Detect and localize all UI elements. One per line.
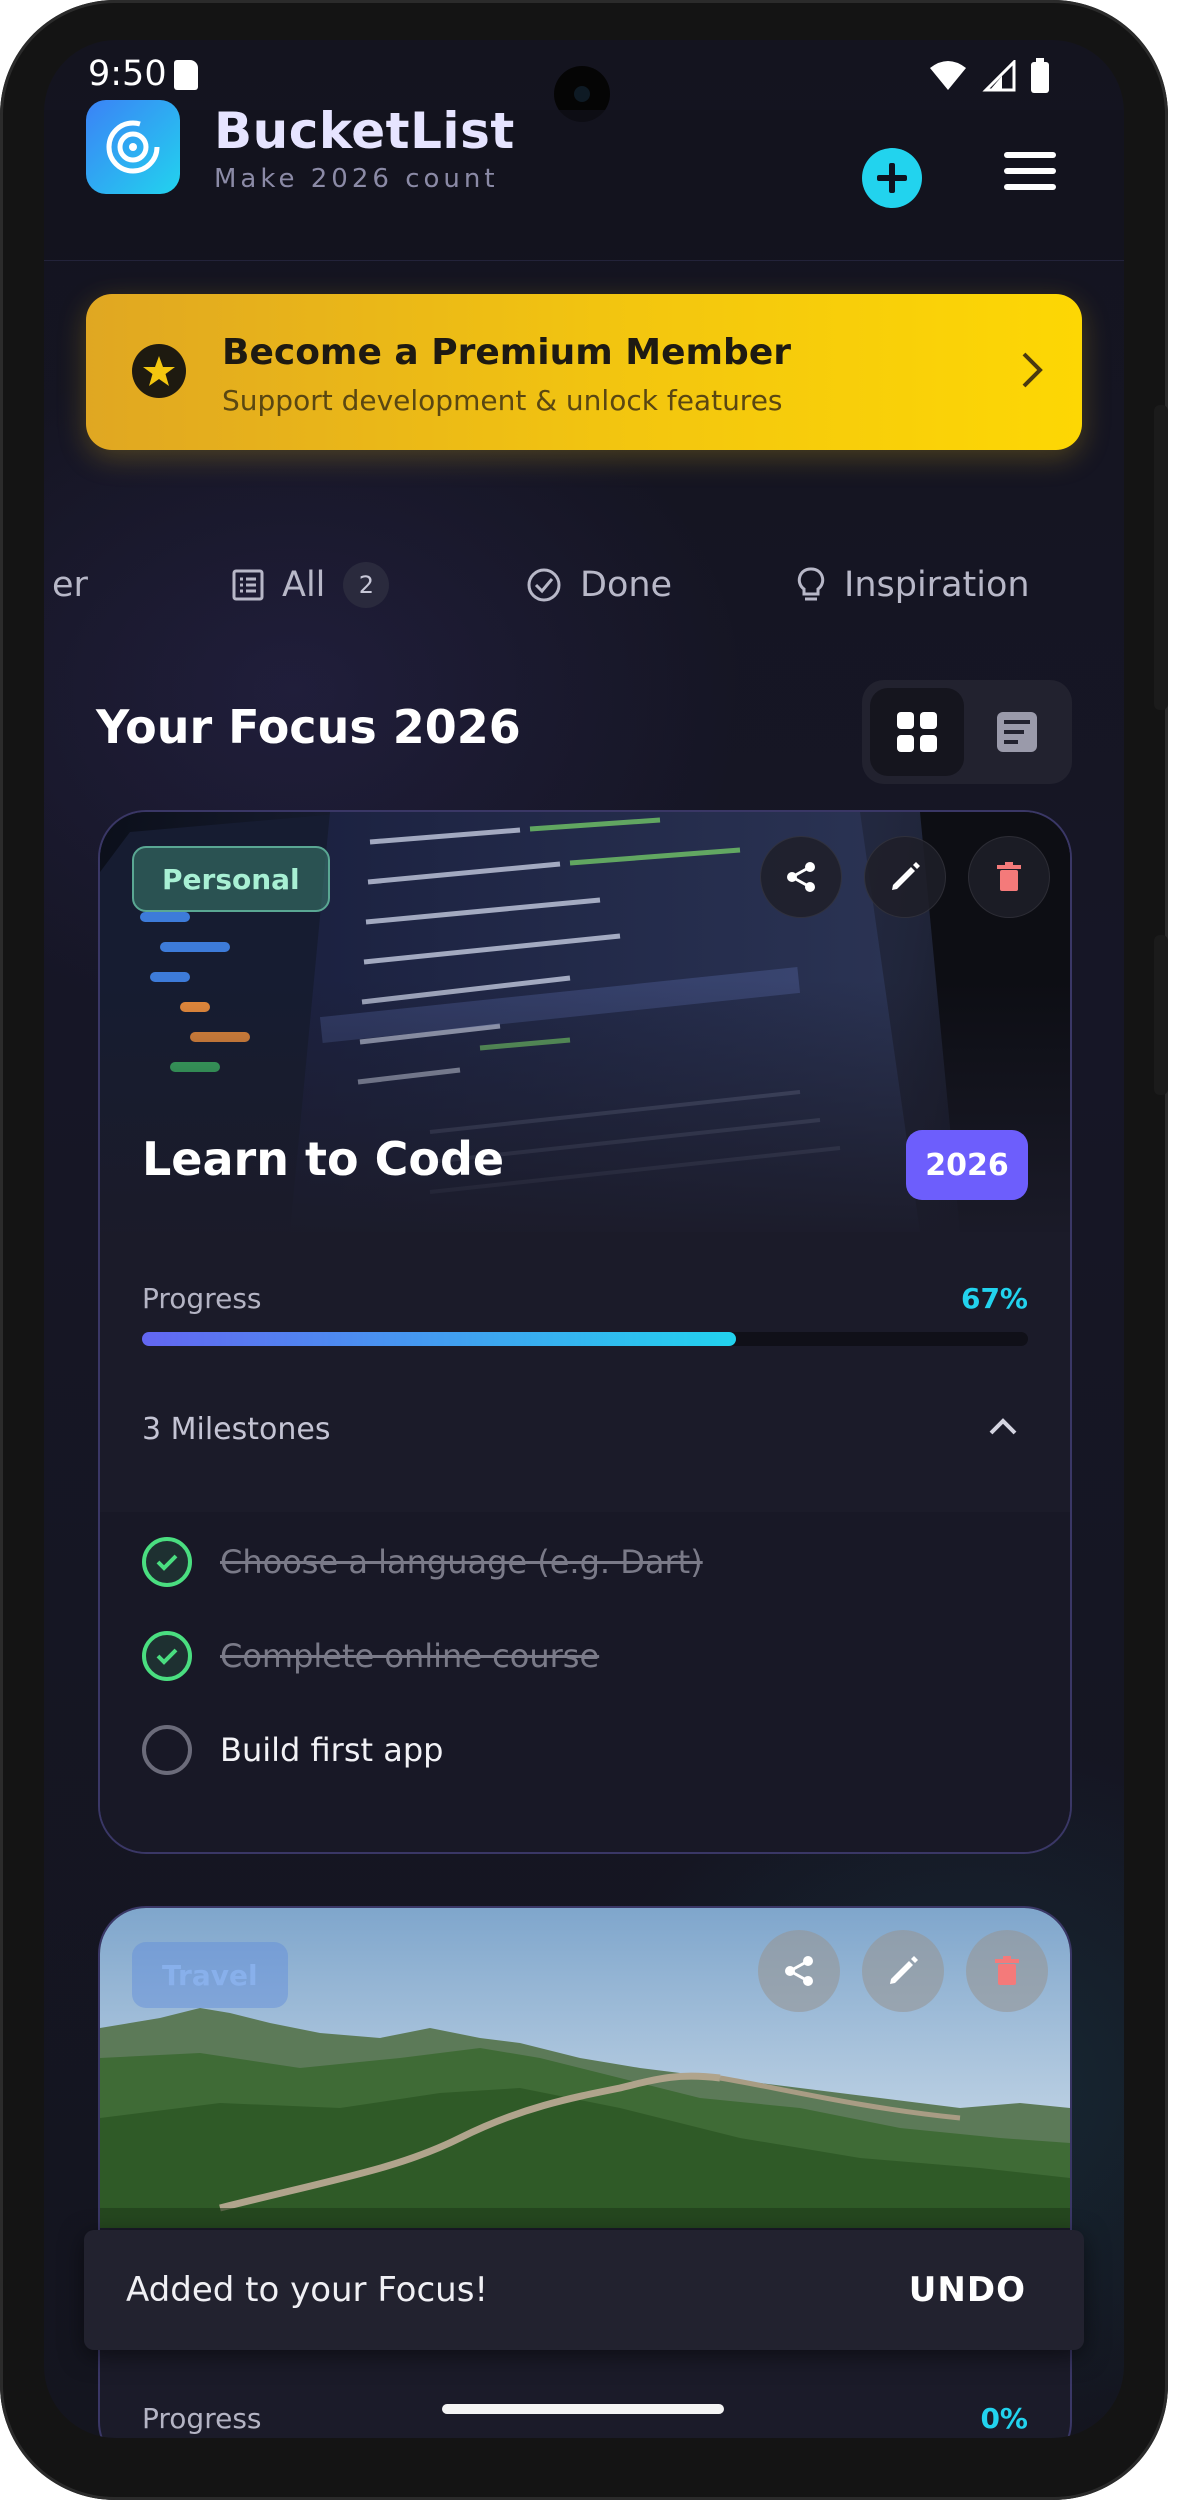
edit-button[interactable] — [864, 836, 946, 918]
battery-icon — [1031, 58, 1049, 93]
app-title: BucketList — [214, 102, 515, 160]
power-button — [1154, 405, 1168, 710]
plus-icon — [877, 163, 907, 193]
app-screen: 9:50 BucketList Make 2026 count Become a… — [44, 40, 1124, 2438]
lightbulb-icon — [797, 567, 825, 601]
tab-inspiration[interactable]: Inspiration — [796, 540, 1030, 630]
unchecked-circle-icon[interactable] — [142, 1725, 192, 1775]
phone-frame: 9:50 BucketList Make 2026 count Become a… — [0, 0, 1168, 2500]
category-chip: Personal — [132, 846, 330, 912]
grid-icon — [897, 712, 937, 752]
checked-circle-icon[interactable] — [142, 1631, 192, 1681]
milestones-header[interactable]: 3 Milestones — [142, 1412, 330, 1447]
premium-banner[interactable]: Become a Premium Member Support developm… — [86, 294, 1082, 450]
tab-label: Done — [580, 565, 673, 605]
trash-icon — [997, 862, 1021, 891]
chevron-right-icon — [1022, 352, 1043, 388]
snackbar: Added to your Focus! UNDO — [84, 2230, 1084, 2350]
target-icon — [106, 120, 160, 174]
category-chip: Travel — [132, 1942, 288, 2008]
list-view-icon — [997, 712, 1037, 752]
app-subtitle: Make 2026 count — [214, 164, 499, 194]
tab-label: Inspiration — [844, 565, 1030, 605]
goal-card[interactable]: Personal Learn to Code 2026 Progress 67%… — [98, 810, 1072, 1854]
app-logo — [86, 100, 180, 194]
milestone-list: Choose a language (e.g. Dart) Complete o… — [100, 1512, 1070, 1852]
progress-percent: 0% — [980, 2402, 1028, 2435]
share-icon — [785, 1956, 813, 1986]
view-toggle — [862, 680, 1072, 784]
menu-line — [1004, 184, 1056, 190]
list-icon — [232, 569, 264, 601]
progress-fill — [142, 1332, 736, 1346]
pencil-icon — [892, 862, 920, 890]
status-bar: 9:50 — [44, 40, 1124, 122]
tab-label: er — [52, 565, 88, 605]
home-indicator[interactable] — [442, 2404, 724, 2414]
signal-icon — [982, 60, 1016, 92]
chevron-up-icon[interactable] — [988, 1416, 1018, 1436]
edit-button[interactable] — [862, 1930, 944, 2012]
card-title: Learn to Code — [142, 1132, 505, 1186]
milestone-label: Choose a language (e.g. Dart) — [220, 1543, 703, 1581]
tab-partial[interactable]: er — [52, 540, 88, 630]
app-header — [44, 110, 1124, 261]
milestone-item[interactable]: Choose a language (e.g. Dart) — [142, 1532, 703, 1592]
tab-done[interactable]: Done — [526, 540, 672, 630]
grid-view-button[interactable] — [870, 688, 964, 776]
tab-label: All — [282, 565, 326, 605]
sd-card-icon — [174, 60, 198, 90]
undo-button[interactable]: UNDO — [909, 2270, 1026, 2310]
snackbar-message: Added to your Focus! — [126, 2270, 489, 2310]
status-time: 9:50 — [88, 54, 167, 94]
count-badge: 2 — [343, 562, 390, 608]
milestone-item[interactable]: Complete online course — [142, 1626, 599, 1686]
share-button[interactable] — [758, 1930, 840, 2012]
pencil-icon — [890, 1956, 918, 1984]
progress-percent: 67% — [960, 1282, 1028, 1315]
share-button[interactable] — [760, 836, 842, 918]
delete-button[interactable] — [966, 1930, 1048, 2012]
progress-label: Progress — [142, 1282, 262, 1315]
premium-title: Become a Premium Member — [222, 332, 791, 373]
filter-tabs: er All 2 Done Inspiration — [44, 540, 1124, 630]
milestone-item[interactable]: Build first app — [142, 1720, 443, 1780]
year-chip: 2026 — [906, 1130, 1028, 1200]
progress-label: Progress — [142, 2402, 262, 2435]
volume-button — [1154, 935, 1168, 1095]
add-goal-button[interactable] — [862, 148, 922, 208]
share-icon — [787, 862, 815, 892]
section-title: Your Focus 2026 — [96, 700, 521, 754]
wifi-icon — [930, 61, 966, 90]
tab-all[interactable]: All 2 — [232, 540, 390, 630]
milestone-label: Complete online course — [220, 1637, 600, 1675]
premium-subtitle: Support development & unlock features — [222, 384, 783, 417]
goal-card[interactable]: Travel Progress 0% — [98, 1906, 1072, 2438]
milestone-label: Build first app — [220, 1731, 444, 1769]
star-icon — [132, 344, 186, 398]
trash-icon — [995, 1956, 1019, 1985]
progress-bar — [142, 1332, 1028, 1346]
menu-line — [1004, 152, 1056, 158]
check-circle-icon — [527, 568, 561, 602]
list-view-button[interactable] — [970, 688, 1064, 776]
checked-circle-icon[interactable] — [142, 1537, 192, 1587]
status-icons — [928, 58, 1050, 94]
menu-line — [1004, 168, 1056, 174]
delete-button[interactable] — [968, 836, 1050, 918]
menu-icon[interactable] — [1004, 152, 1056, 192]
